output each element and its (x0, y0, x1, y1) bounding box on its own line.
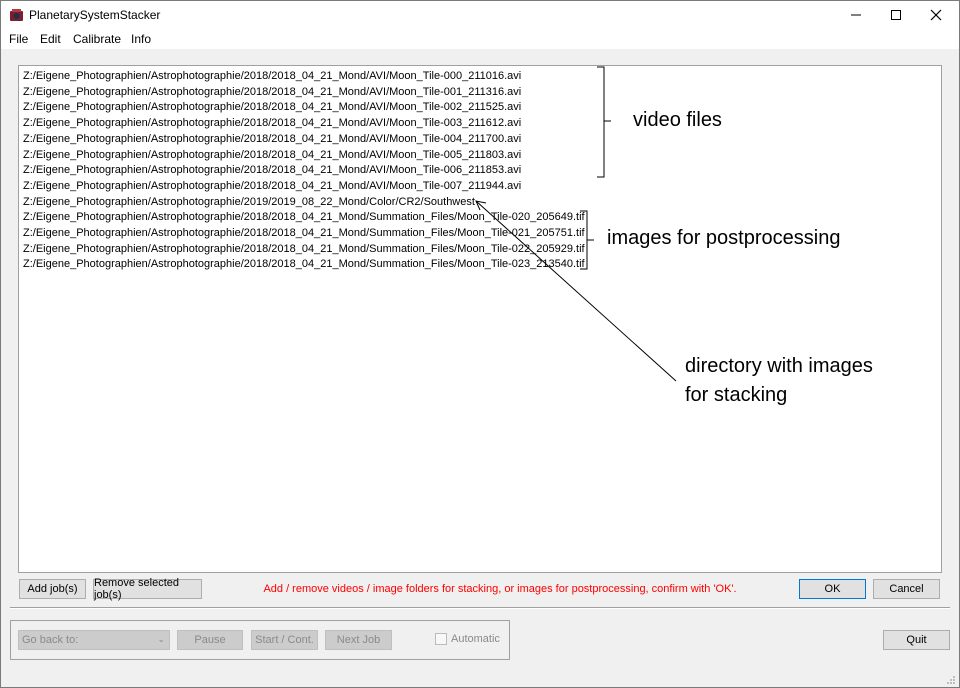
go-back-placeholder: Go back to: (22, 634, 79, 646)
video-files-bracket (597, 66, 611, 178)
ok-button[interactable]: OK (799, 579, 866, 599)
chevron-down-icon: ⌄ (157, 634, 165, 644)
postprocessing-bracket (580, 210, 594, 270)
annotation-directory-line2: for stacking (685, 384, 788, 406)
automatic-checkbox[interactable] (435, 633, 447, 645)
divider (10, 607, 950, 609)
pause-button[interactable]: Pause (177, 630, 243, 650)
start-continue-button[interactable]: Start / Cont. (251, 630, 318, 650)
go-back-select[interactable]: Go back to: ⌄ (18, 630, 170, 650)
resize-grip-icon[interactable] (946, 675, 956, 685)
quit-button[interactable]: Quit (883, 630, 950, 650)
next-job-button[interactable]: Next Job (325, 630, 392, 650)
annotation-directory-line1: directory with images (685, 355, 873, 377)
remove-jobs-button[interactable]: Remove selected job(s) (93, 577, 202, 601)
annotation-video-files: video files (633, 109, 722, 131)
annotation-postprocessing: images for postprocessing (607, 227, 841, 249)
add-jobs-button[interactable]: Add job(s) (19, 579, 86, 599)
hint-text: Add / remove videos / image folders for … (263, 583, 737, 595)
automatic-label: Automatic (451, 633, 500, 645)
cancel-button[interactable]: Cancel (873, 579, 940, 599)
